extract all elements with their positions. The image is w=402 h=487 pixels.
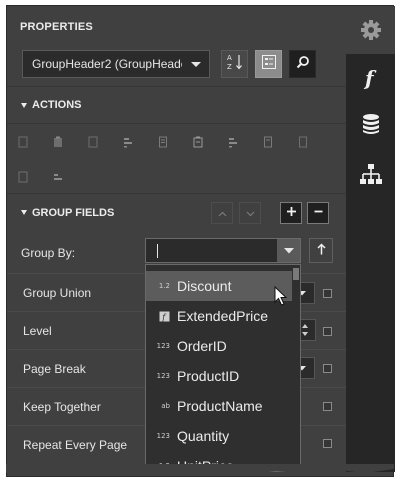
right-sidebar: f (346, 6, 395, 472)
page-break-checkbox[interactable] (323, 364, 332, 373)
search-button[interactable] (289, 50, 316, 78)
arrow-up-icon (316, 242, 326, 260)
spin-down-icon[interactable] (302, 332, 308, 336)
page-icon[interactable] (297, 136, 309, 148)
categorized-button[interactable] (255, 50, 282, 78)
spin-up-icon[interactable] (302, 324, 308, 328)
group-by-label: Group By: (21, 246, 76, 260)
field-item-productid[interactable]: 123 ProductID (146, 361, 292, 391)
field-item-orderid[interactable]: 123 OrderID (146, 331, 292, 361)
group-union-checkbox[interactable] (323, 289, 332, 298)
dropdown-scrollbar[interactable] (293, 268, 299, 280)
collapse-triangle-icon (21, 210, 27, 215)
align-icon[interactable] (17, 136, 29, 148)
clipboard-icon[interactable] (192, 136, 204, 148)
move-up-button[interactable] (211, 202, 233, 224)
chevron-down-icon[interactable] (191, 62, 201, 67)
field-item-quantity[interactable]: 123 Quantity (146, 421, 292, 451)
string-type-icon: ab (161, 402, 170, 410)
panel-title: PROPERTIES (20, 21, 93, 33)
collapse-triangle-icon (21, 102, 27, 108)
field-item-label: ExtendedPrice (177, 308, 269, 324)
group-by-field[interactable] (145, 238, 301, 263)
keep-together-checkbox[interactable] (323, 402, 332, 411)
svg-text:A: A (227, 54, 232, 62)
properties-panel: PROPERTIES GroupHeader2 (GroupHeader... … (6, 5, 395, 477)
field-item-label: Quantity (177, 428, 230, 444)
align-left-icon[interactable] (52, 171, 64, 183)
chevron-up-icon (218, 204, 227, 222)
clipboard-icon[interactable] (52, 136, 64, 148)
hierarchy-icon[interactable] (358, 161, 383, 186)
group-fields-section-label: GROUP FIELDS (32, 206, 115, 219)
group-union-label: Group Union (23, 285, 92, 300)
page-icon[interactable] (157, 136, 169, 148)
plus-icon (286, 204, 297, 222)
properties-content: PROPERTIES GroupHeader2 (GroupHeader... … (7, 6, 346, 472)
mouse-pointer-icon (274, 285, 288, 311)
level-checkbox[interactable] (323, 327, 332, 336)
remove-group-field-button[interactable] (307, 202, 329, 224)
group-by-dropdown-button[interactable] (277, 239, 300, 262)
decimal-type-icon: 1.2 (158, 282, 170, 290)
page-icon[interactable] (262, 136, 274, 148)
actions-section-label: ACTIONS (32, 99, 82, 111)
chevron-down-icon (246, 204, 255, 222)
calculated-field-icon: f (146, 311, 174, 322)
page-break-label: Page Break (23, 361, 86, 376)
integer-type-icon: 123 (156, 432, 170, 440)
field-item-label: ProductID (177, 368, 240, 384)
sort-az-icon: A Z (227, 53, 243, 76)
align-icon[interactable] (17, 171, 29, 183)
svg-text:Z: Z (227, 63, 232, 71)
chevron-down-icon (283, 247, 294, 253)
field-item-extendedprice[interactable]: f ExtendedPrice (146, 301, 292, 331)
minus-icon (313, 204, 324, 222)
repeat-every-page-checkbox[interactable] (323, 439, 332, 448)
gear-icon[interactable] (358, 17, 383, 42)
text-cursor (157, 244, 158, 258)
repeat-every-page-label: Repeat Every Page (23, 437, 128, 452)
move-down-button[interactable] (239, 202, 261, 224)
field-item-label: OrderID (177, 338, 227, 354)
actions-toolbar (7, 124, 346, 197)
add-group-field-button[interactable] (280, 202, 302, 224)
svg-text:f: f (363, 67, 377, 89)
field-item-label: Discount (177, 278, 232, 294)
align-left-icon[interactable] (227, 136, 239, 148)
object-selector[interactable]: GroupHeader2 (GroupHeader... (22, 50, 210, 78)
field-item-label: ProductName (177, 398, 263, 414)
search-icon (296, 55, 310, 74)
level-label: Level (23, 323, 52, 338)
align-left-icon[interactable] (122, 136, 134, 148)
sort-order-button[interactable] (309, 238, 333, 263)
sort-alphabetical-button[interactable]: A Z (221, 50, 248, 78)
integer-type-icon: 123 (156, 342, 170, 350)
categorized-icon (261, 54, 277, 75)
integer-type-icon: 123 (156, 372, 170, 380)
align-icon[interactable] (87, 136, 99, 148)
keep-together-label: Keep Together (23, 399, 101, 414)
object-selector-value: GroupHeader2 (GroupHeader... (32, 57, 182, 71)
database-icon[interactable] (358, 111, 383, 136)
torn-edge (6, 464, 394, 476)
actions-section-header[interactable]: ACTIONS (7, 86, 346, 124)
field-item-discount[interactable]: 1.2 Discount (146, 271, 292, 301)
function-icon[interactable]: f (358, 65, 383, 90)
field-item-productname[interactable]: ab ProductName (146, 391, 292, 421)
